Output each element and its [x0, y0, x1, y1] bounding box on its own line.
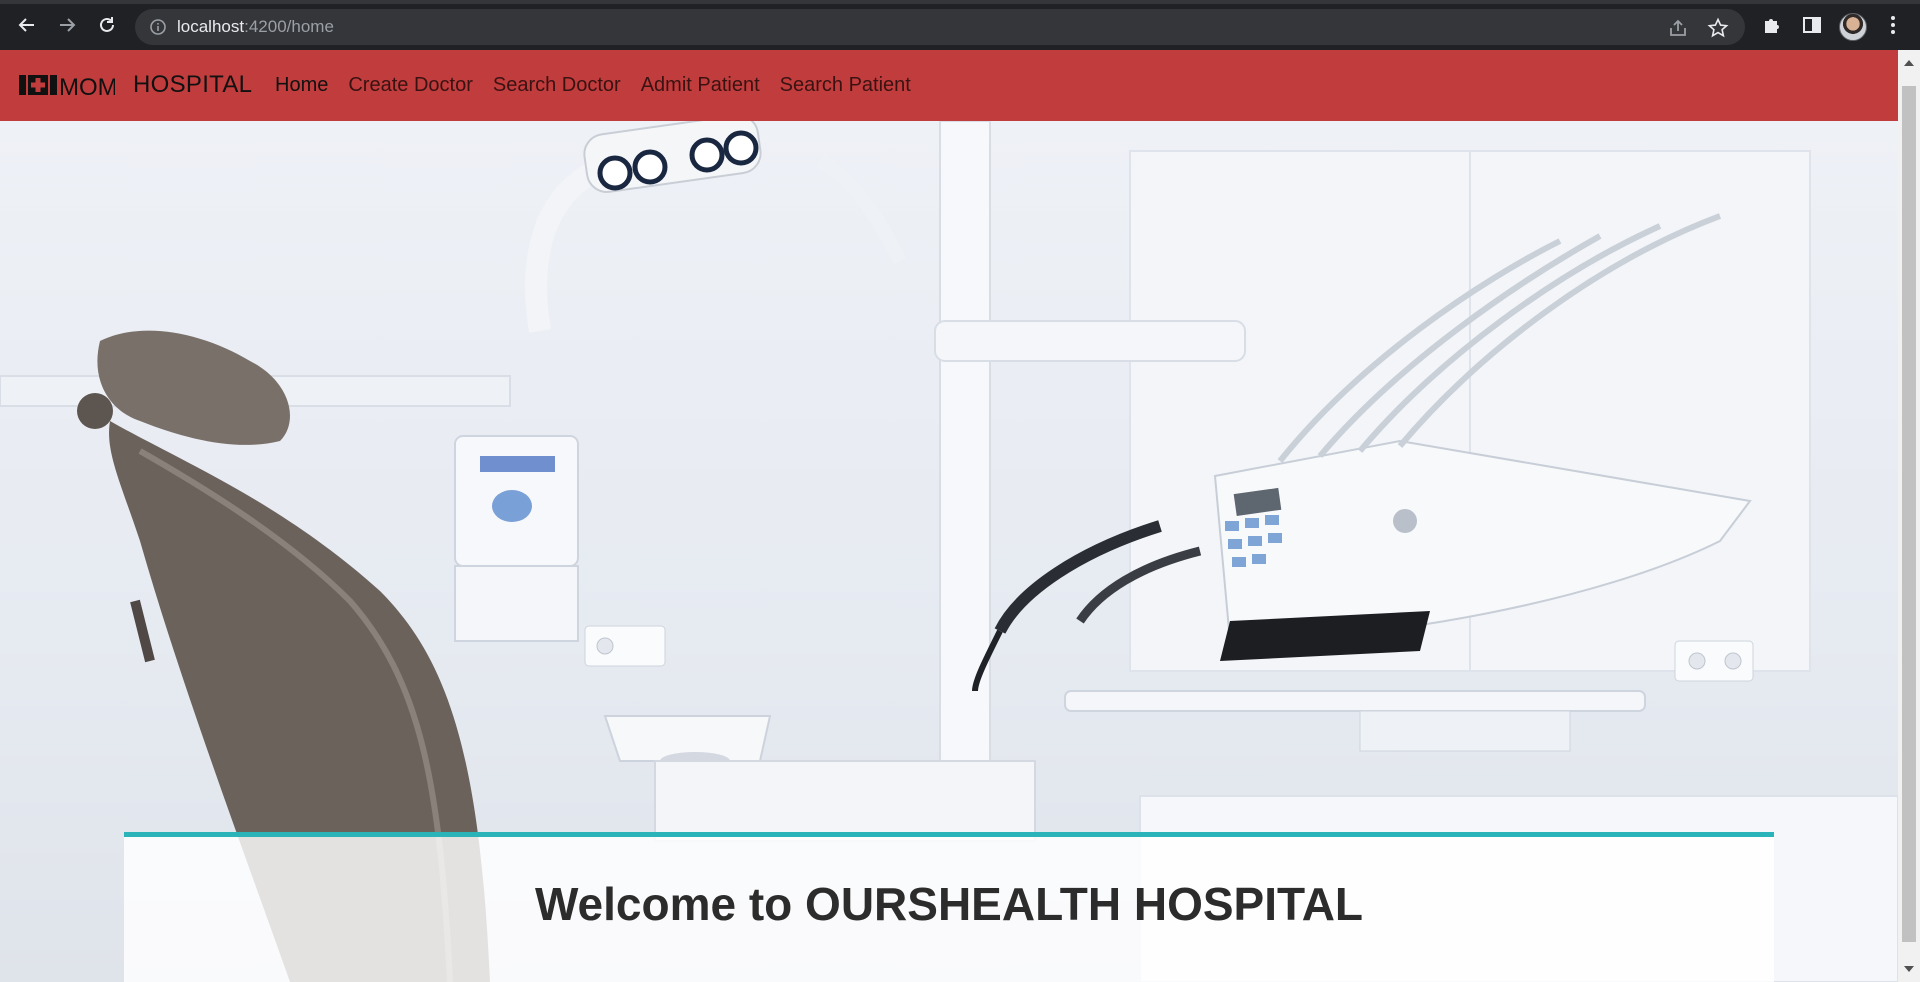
- site-navbar: MOM HOSPITAL Home Create Doctor Search D…: [0, 50, 1898, 121]
- bookmark-star-icon[interactable]: [1707, 17, 1729, 39]
- page-scrollbar[interactable]: [1898, 50, 1920, 982]
- scrollbar-thumb[interactable]: [1902, 86, 1916, 942]
- forward-button[interactable]: [53, 11, 81, 39]
- nav-search-patient-link[interactable]: Search Patient: [780, 74, 911, 97]
- menu-kebab-icon[interactable]: [1881, 13, 1905, 37]
- logo-text: MOM: [59, 74, 115, 101]
- url-text[interactable]: localhost:4200/home: [177, 18, 334, 36]
- extensions-puzzle-icon[interactable]: [1760, 13, 1784, 37]
- browser-toolbar: localhost:4200/home: [0, 0, 1920, 50]
- reload-button[interactable]: [93, 11, 121, 39]
- brand[interactable]: MOM HOSPITAL: [19, 68, 252, 102]
- info-icon[interactable]: [149, 18, 167, 36]
- welcome-title: Welcome to OURSHEALTH HOSPITAL: [534, 878, 1364, 930]
- nav-home-link[interactable]: Home: [275, 74, 328, 97]
- main-nav: Home Create Doctor Search Doctor Admit P…: [275, 74, 931, 97]
- back-arrow-icon: [18, 18, 34, 32]
- scroll-up-arrow-icon[interactable]: [1904, 60, 1914, 66]
- nav-admit-patient-link[interactable]: Admit Patient: [641, 74, 760, 97]
- reload-icon: [100, 17, 114, 32]
- side-panel-icon[interactable]: [1800, 13, 1824, 37]
- url-path: :4200/home: [244, 17, 334, 36]
- scroll-down-arrow-icon[interactable]: [1904, 966, 1914, 972]
- address-bar[interactable]: localhost:4200/home: [135, 9, 1745, 45]
- back-button[interactable]: [13, 11, 41, 39]
- profile-avatar[interactable]: [1839, 13, 1867, 41]
- hospital-logo-icon: MOM: [19, 74, 115, 101]
- share-icon[interactable]: [1667, 17, 1689, 39]
- nav-search-doctor-link[interactable]: Search Doctor: [493, 74, 621, 97]
- brand-name: HOSPITAL: [133, 71, 253, 98]
- forward-arrow-icon: [60, 18, 76, 32]
- url-host: localhost: [177, 17, 245, 36]
- tab-strip: [0, 0, 1920, 4]
- welcome-card: Welcome to OURSHEALTH HOSPITAL: [124, 832, 1774, 982]
- nav-create-doctor-link[interactable]: Create Doctor: [348, 74, 473, 97]
